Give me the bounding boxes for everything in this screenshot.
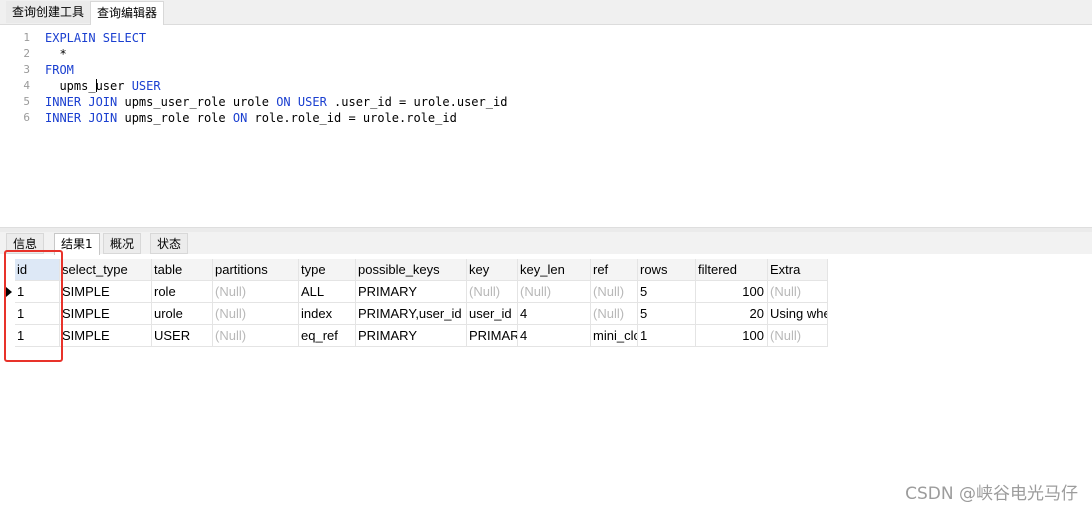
sql-text: user [95,79,132,93]
sql-text: * [45,47,67,61]
sql-keyword: USER [131,79,161,93]
code-line[interactable]: INNER JOIN upms_user_role urole ON USER … [45,95,507,109]
table-cell[interactable]: SIMPLE [60,303,152,325]
sql-text: upms_user_role urole [117,95,277,109]
table-cell[interactable]: (Null) [467,281,518,303]
table-cell[interactable]: 4 [518,303,591,325]
line-number-gutter: 1 2 3 4 5 6 [0,25,40,227]
line-number: 4 [23,79,30,92]
table-cell[interactable]: role [152,281,213,303]
column-header-select-type[interactable]: select_type [60,259,152,281]
table-cell[interactable]: SIMPLE [60,325,152,347]
line-number: 5 [23,95,30,108]
table-cell[interactable]: (Null) [591,303,638,325]
column-header-key-len[interactable]: key_len [518,259,591,281]
id-column-highlight-box [4,250,63,362]
sql-editor[interactable]: 1 2 3 4 5 6 EXPLAIN SELECT * FROM upms_user US… [0,25,1092,227]
table-cell[interactable]: user_id [467,303,518,325]
tab-status[interactable]: 状态 [150,233,189,254]
sql-keyword: INNER JOIN [45,111,118,125]
sql-keyword: INNER JOIN [45,95,118,109]
sql-text: upms_ [45,79,96,93]
column-header-possible-keys[interactable]: possible_keys [356,259,467,281]
code-line[interactable]: upms_user USER [45,79,161,93]
sql-keyword: ON [276,95,291,109]
tab-query-editor[interactable]: 查询编辑器 [90,1,165,25]
table-cell[interactable]: 1 [638,325,696,347]
table-cell[interactable]: mini_clc [591,325,638,347]
column-header-rows[interactable]: rows [638,259,696,281]
column-header-ref[interactable]: ref [591,259,638,281]
table-cell[interactable]: 100 [696,325,768,347]
table-cell[interactable]: 20 [696,303,768,325]
line-number: 3 [23,63,30,76]
line-number: 6 [23,111,30,124]
line-number: 1 [23,31,30,44]
sql-text: .user_id = urole.user_id [326,95,508,109]
table-cell[interactable]: urole [152,303,213,325]
table-cell[interactable]: 5 [638,303,696,325]
table-cell[interactable]: (Null) [213,325,299,347]
table-cell[interactable]: ALL [299,281,356,303]
table-cell[interactable]: 100 [696,281,768,303]
table-cell[interactable]: eq_ref [299,325,356,347]
editor-tab-bar: 查询创建工具 查询编辑器 [0,0,1092,25]
table-cell[interactable]: (Null) [213,281,299,303]
table-cell[interactable]: 4 [518,325,591,347]
table-cell[interactable]: (Null) [768,325,828,347]
table-cell[interactable]: PRIMARY [356,281,467,303]
table-cell[interactable]: (Null) [591,281,638,303]
code-line[interactable]: FROM [45,63,74,77]
table-cell[interactable]: (Null) [213,303,299,325]
code-line[interactable]: INNER JOIN upms_role role ON role.role_i… [45,111,457,125]
column-header-table[interactable]: table [152,259,213,281]
line-number: 2 [23,47,30,60]
table-cell[interactable]: (Null) [768,281,828,303]
tab-query-builder[interactable]: 查询创建工具 [6,1,92,23]
column-header-type[interactable]: type [299,259,356,281]
table-cell[interactable]: PRIMARY [467,325,518,347]
sql-text: upms_role role [117,111,233,125]
column-header-extra[interactable]: Extra [768,259,828,281]
column-header-key[interactable]: key [467,259,518,281]
sql-keyword: ON [232,111,248,125]
tab-overview[interactable]: 概况 [103,233,142,254]
code-line[interactable]: EXPLAIN SELECT [45,31,146,45]
table-cell[interactable]: 5 [638,281,696,303]
column-header-partitions[interactable]: partitions [213,259,299,281]
table-cell[interactable]: PRIMARY,user_id [356,303,467,325]
table-cell[interactable]: index [299,303,356,325]
table-cell[interactable]: Using where [768,303,828,325]
result-tab-bar: 信息 结果1 概况 状态 [0,232,1092,255]
sql-keyword: FROM [45,63,74,77]
sql-text: role.role_id = urole.role_id [247,111,457,125]
table-cell[interactable]: USER [152,325,213,347]
code-line[interactable]: * [45,47,67,61]
table-cell[interactable]: PRIMARY [356,325,467,347]
column-header-filtered[interactable]: filtered [696,259,768,281]
watermark: CSDN @峡谷电光马仔 [905,484,1078,504]
table-cell[interactable]: SIMPLE [60,281,152,303]
table-cell[interactable]: (Null) [518,281,591,303]
sql-keyword: USER [297,95,327,109]
sql-keyword: EXPLAIN SELECT [45,31,147,45]
